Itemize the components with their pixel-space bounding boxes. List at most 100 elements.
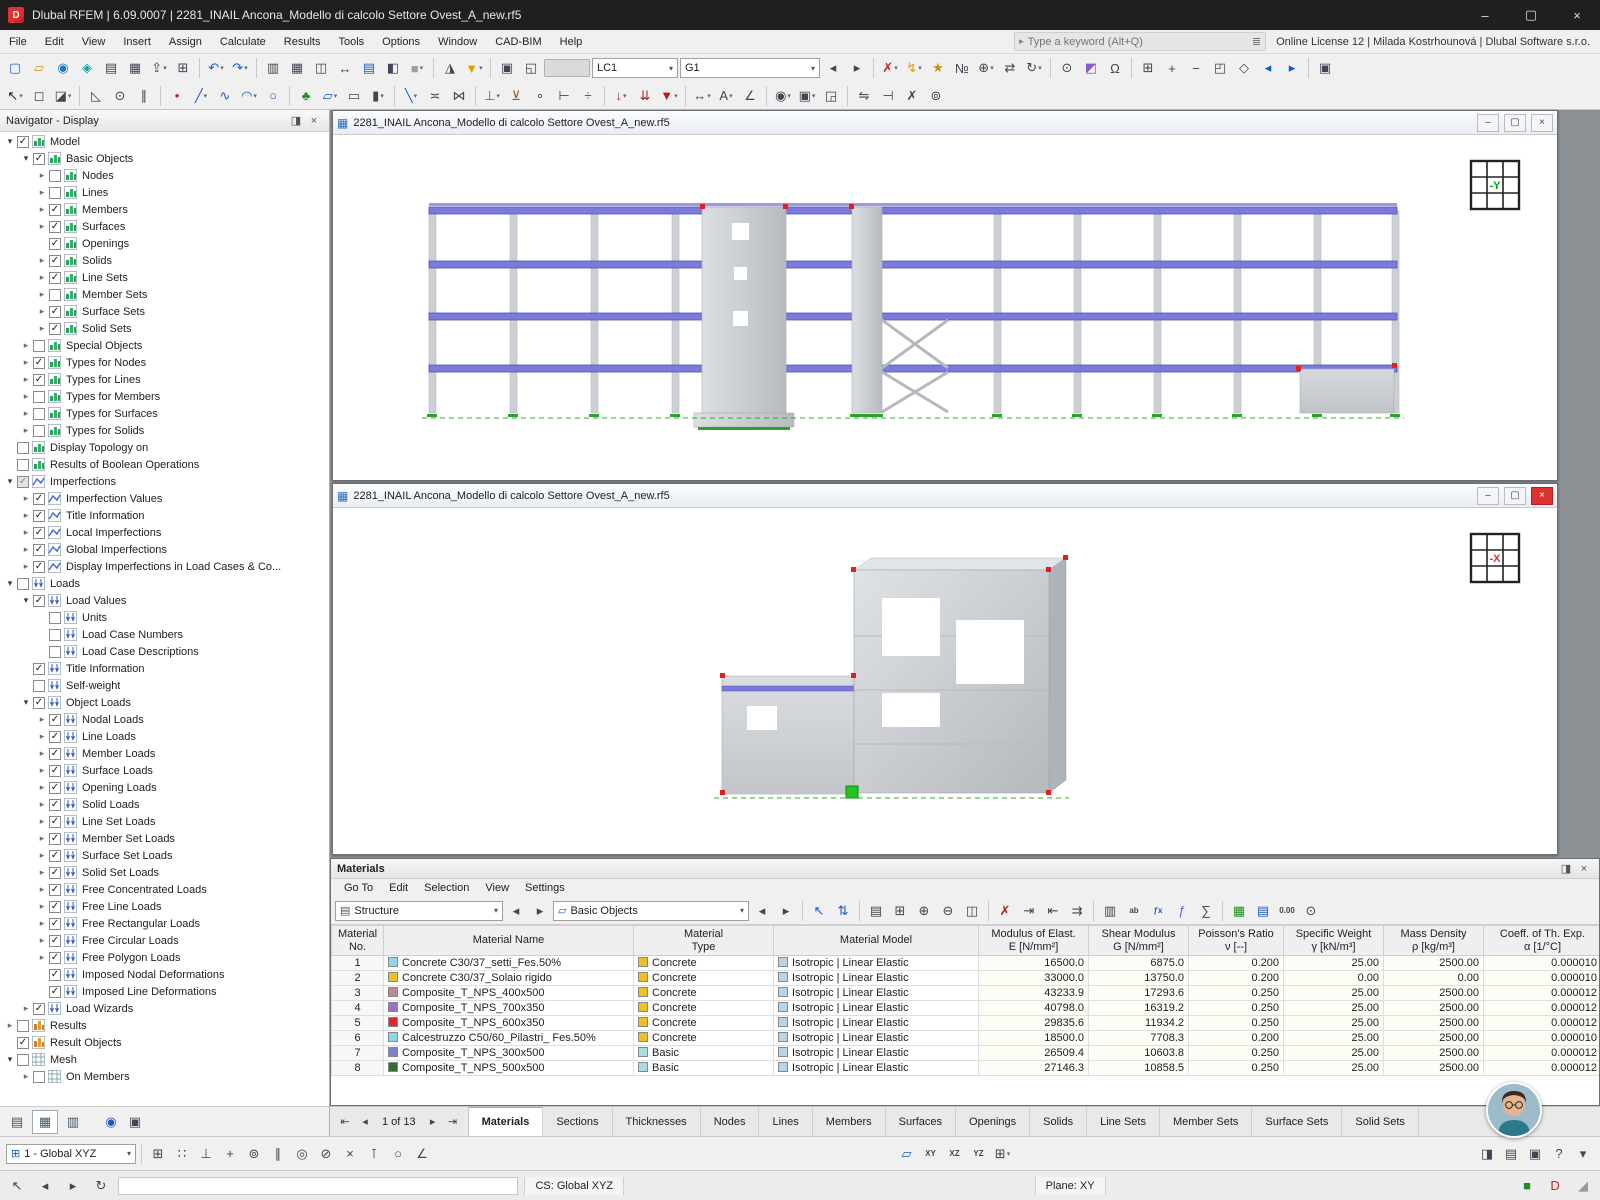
dlubal-logo-small[interactable]: D: [1544, 1175, 1566, 1197]
insert-row-button[interactable]: ⊕: [913, 900, 935, 922]
menu-edit[interactable]: Edit: [36, 30, 73, 54]
tree-item-free-polygon-loads[interactable]: ▸ ✓ Free Polygon Loads: [0, 949, 329, 966]
cut-values-button[interactable]: ✗: [994, 900, 1016, 922]
previous-view-button[interactable]: ◂: [1257, 57, 1279, 79]
minimize-button[interactable]: –: [1462, 0, 1508, 30]
visibility-button[interactable]: ◉: [772, 85, 794, 107]
global-coordinates-button[interactable]: ⊕: [975, 57, 997, 79]
plant-button[interactable]: ♣: [295, 85, 317, 107]
sync-selection-button[interactable]: ⇅: [832, 900, 854, 922]
previous-page-button[interactable]: ◂: [356, 1112, 374, 1132]
expand-arrow[interactable]: ▸: [36, 289, 48, 300]
expand-arrow[interactable]: ▾: [4, 1054, 16, 1065]
maximize-button[interactable]: ▢: [1508, 0, 1554, 30]
keyword-search[interactable]: ▸ ≣: [1014, 32, 1267, 51]
generate-loads-button[interactable]: ★: [927, 57, 949, 79]
select-pointer-button[interactable]: ↖: [4, 85, 26, 107]
expand-arrow[interactable]: ▸: [20, 510, 32, 521]
tab-solids[interactable]: Solids: [1030, 1107, 1088, 1136]
mirror-button[interactable]: ⇋: [853, 85, 875, 107]
checkbox[interactable]: ✓: [49, 764, 61, 777]
tree-item-free-circular-loads[interactable]: ▸ ✓ Free Circular Loads: [0, 932, 329, 949]
checkbox[interactable]: ✓: [33, 373, 45, 386]
menu-options[interactable]: Options: [373, 30, 429, 54]
message-center-button[interactable]: ▣: [1524, 1143, 1546, 1165]
expand-arrow[interactable]: ▸: [20, 340, 32, 351]
close-materials-button[interactable]: ×: [1575, 863, 1593, 875]
tree-item-surface-sets[interactable]: ▸ ✓ Surface Sets: [0, 303, 329, 320]
checkbox[interactable]: [49, 186, 61, 199]
checkbox[interactable]: [17, 1053, 29, 1066]
nodal-load-button[interactable]: ↓: [610, 85, 632, 107]
fit-view-button[interactable]: ◇: [1233, 57, 1255, 79]
checkbox[interactable]: [49, 288, 61, 301]
tree-item-results[interactable]: ▸ Results: [0, 1017, 329, 1034]
last-page-button[interactable]: ⇥: [444, 1112, 462, 1132]
section-library-button[interactable]: Ω: [1104, 57, 1126, 79]
print-table-button[interactable]: ⊞: [889, 900, 911, 922]
clipping-box-button[interactable]: ▣: [496, 57, 518, 79]
intersection-snap-button[interactable]: ×: [339, 1143, 361, 1165]
category-next-button[interactable]: ▸: [775, 900, 797, 922]
plane-xz-button[interactable]: XZ: [944, 1143, 966, 1165]
zoom-in-button[interactable]: +: [1161, 57, 1183, 79]
tree-item-load-wizards[interactable]: ▸ ✓ Load Wizards: [0, 1000, 329, 1017]
tree-item-local-imperfections[interactable]: ▸ ✓ Local Imperfections: [0, 524, 329, 541]
menu-calculate[interactable]: Calculate: [211, 30, 275, 54]
expand-arrow[interactable]: ▾: [20, 153, 32, 164]
expand-arrow[interactable]: ▸: [36, 306, 48, 317]
settings-button[interactable]: ⊚: [925, 85, 947, 107]
zoom-window-button[interactable]: ◰: [1209, 57, 1231, 79]
tree-item-units[interactable]: Units: [0, 609, 329, 626]
tab-member-sets[interactable]: Member Sets: [1160, 1107, 1253, 1136]
checkbox[interactable]: ✓: [33, 1002, 45, 1015]
search-table-button[interactable]: ⊙: [1300, 900, 1322, 922]
checkbox[interactable]: ✓: [49, 271, 61, 284]
trim-button[interactable]: ⊣: [877, 85, 899, 107]
expand-arrow[interactable]: ▸: [20, 527, 32, 538]
tab-lines[interactable]: Lines: [759, 1107, 813, 1136]
panel-toggle-button[interactable]: ◨: [1476, 1143, 1498, 1165]
materials-menu-view[interactable]: View: [478, 882, 516, 894]
measure-button[interactable]: ↔: [334, 57, 356, 79]
refresh-button[interactable]: ↻: [90, 1175, 112, 1197]
new-arc-button[interactable]: ◠: [238, 85, 260, 107]
open-model-button[interactable]: ▱: [28, 57, 50, 79]
checkbox[interactable]: [33, 679, 45, 692]
checkbox[interactable]: ✓: [49, 985, 61, 998]
dimension-button[interactable]: ↔: [691, 85, 713, 107]
new-polyline-button[interactable]: ∿: [214, 85, 236, 107]
tree-item-types-for-solids[interactable]: ▸ Types for Solids: [0, 422, 329, 439]
checkbox[interactable]: [17, 458, 29, 471]
checkbox[interactable]: ✓: [49, 968, 61, 981]
expand-arrow[interactable]: ▸: [36, 867, 48, 878]
perpendicular-snap-button[interactable]: ⊺: [363, 1143, 385, 1165]
tree-item-nodes[interactable]: ▸ Nodes: [0, 167, 329, 184]
new-circle-button[interactable]: ○: [262, 85, 284, 107]
materials-menu-settings[interactable]: Settings: [518, 882, 572, 894]
expand-arrow[interactable]: ▸: [36, 187, 48, 198]
previous-selection-button[interactable]: ◂: [34, 1175, 56, 1197]
tree-item-title-information[interactable]: ✓ Title Information: [0, 660, 329, 677]
tree-item-result-objects[interactable]: ✓ Result Objects: [0, 1034, 329, 1051]
expand-arrow[interactable]: ▸: [20, 425, 32, 436]
checkbox[interactable]: [49, 611, 61, 624]
tree-item-display-imperfections-in-load-cases-co[interactable]: ▸ ✓ Display Imperfections in Load Cases & …: [0, 558, 329, 575]
expand-arrow[interactable]: ▸: [36, 255, 48, 266]
next-load-case-button[interactable]: ▸: [846, 57, 868, 79]
expand-arrow[interactable]: ▸: [20, 374, 32, 385]
window-1-minimize-button[interactable]: –: [1477, 113, 1499, 132]
tree-item-imposed-nodal-deformations[interactable]: ✓ Imposed Nodal Deformations: [0, 966, 329, 983]
legend-button[interactable]: ▤: [1500, 1143, 1522, 1165]
dock-icon[interactable]: ◨: [1557, 862, 1575, 875]
table-group-selector[interactable]: ▤ Structure ▾: [335, 900, 503, 921]
new-rib-button[interactable]: ≍: [424, 85, 446, 107]
checkbox[interactable]: ✓: [33, 560, 45, 573]
tree-item-global-imperfections[interactable]: ▸ ✓ Global Imperfections: [0, 541, 329, 558]
expand-arrow[interactable]: ▾: [20, 697, 32, 708]
menu-view[interactable]: View: [73, 30, 115, 54]
tree-item-surface-set-loads[interactable]: ▸ ✓ Surface Set Loads: [0, 847, 329, 864]
checkbox[interactable]: ✓: [33, 594, 45, 607]
checkbox[interactable]: [33, 339, 45, 352]
checkbox[interactable]: ✓: [33, 356, 45, 369]
